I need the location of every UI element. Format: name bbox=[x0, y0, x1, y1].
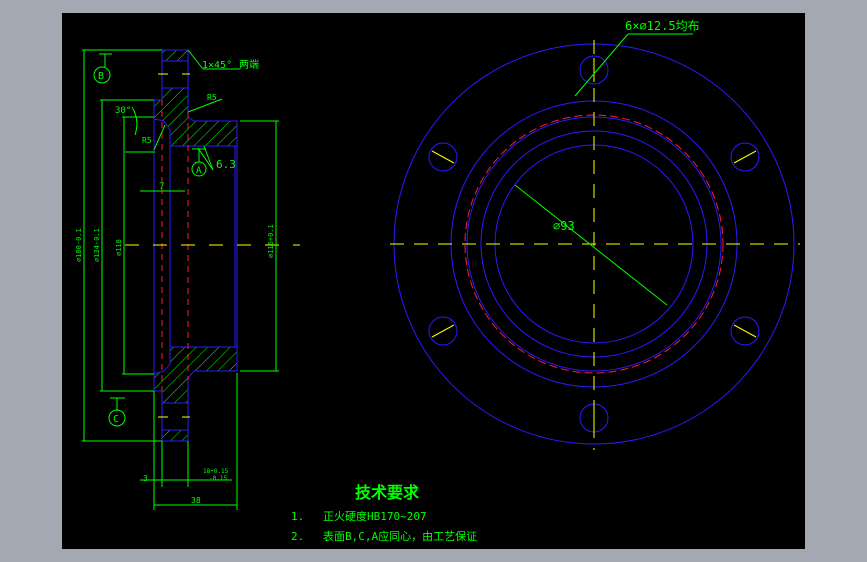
tech-requirements: 技术要求 1. 正火硬度HB170~207 2. 表面B,C,A应同心，由工艺保… bbox=[291, 483, 477, 543]
dim-18-lower: -0.15 bbox=[209, 475, 227, 482]
roughness-value: 6.3 bbox=[216, 158, 236, 171]
cad-drawing: 1×45° 两端 B C A 30° 6.3 R5 R5 7 ⌀180-0.1 … bbox=[75, 19, 800, 543]
front-view bbox=[390, 33, 800, 450]
dim-d180: ⌀180-0.1 bbox=[75, 228, 83, 262]
roughness-1: R5 bbox=[207, 93, 217, 102]
section-view bbox=[82, 49, 300, 510]
req-1-num: 1. bbox=[291, 510, 304, 523]
chamfer-note: 1×45° bbox=[202, 60, 232, 71]
dim-d134: ⌀134-0.1 bbox=[93, 228, 101, 262]
datum-a-label: A bbox=[196, 166, 202, 176]
req-2-text: 表面B,C,A应同心，由工艺保证 bbox=[323, 529, 477, 543]
holes-note: 6×⌀12.5均布 bbox=[625, 19, 700, 33]
datum-b-label: B bbox=[98, 71, 104, 82]
dim-18: 18+0.15 bbox=[203, 468, 229, 475]
chamfer-note-suffix: 两端 bbox=[239, 58, 259, 71]
dim-d118: ⌀118 bbox=[115, 239, 123, 256]
bore-dim: ⌀93 bbox=[553, 219, 575, 233]
req-1-text: 正火硬度HB170~207 bbox=[323, 509, 427, 523]
req-2-num: 2. bbox=[291, 530, 304, 543]
dim-d116: ⌀116+0.1 bbox=[267, 224, 275, 258]
datum-c-label: C bbox=[113, 414, 119, 425]
roughness-2: R5 bbox=[142, 136, 152, 145]
drawing-canvas: 1×45° 两端 B C A 30° 6.3 R5 R5 7 ⌀180-0.1 … bbox=[62, 13, 805, 549]
dim-7: 7 bbox=[159, 182, 164, 192]
tech-title: 技术要求 bbox=[355, 483, 420, 502]
dim-38: 38 bbox=[191, 496, 201, 505]
dim-3: 3 bbox=[143, 474, 148, 483]
angle-dim: 30° bbox=[115, 106, 131, 116]
